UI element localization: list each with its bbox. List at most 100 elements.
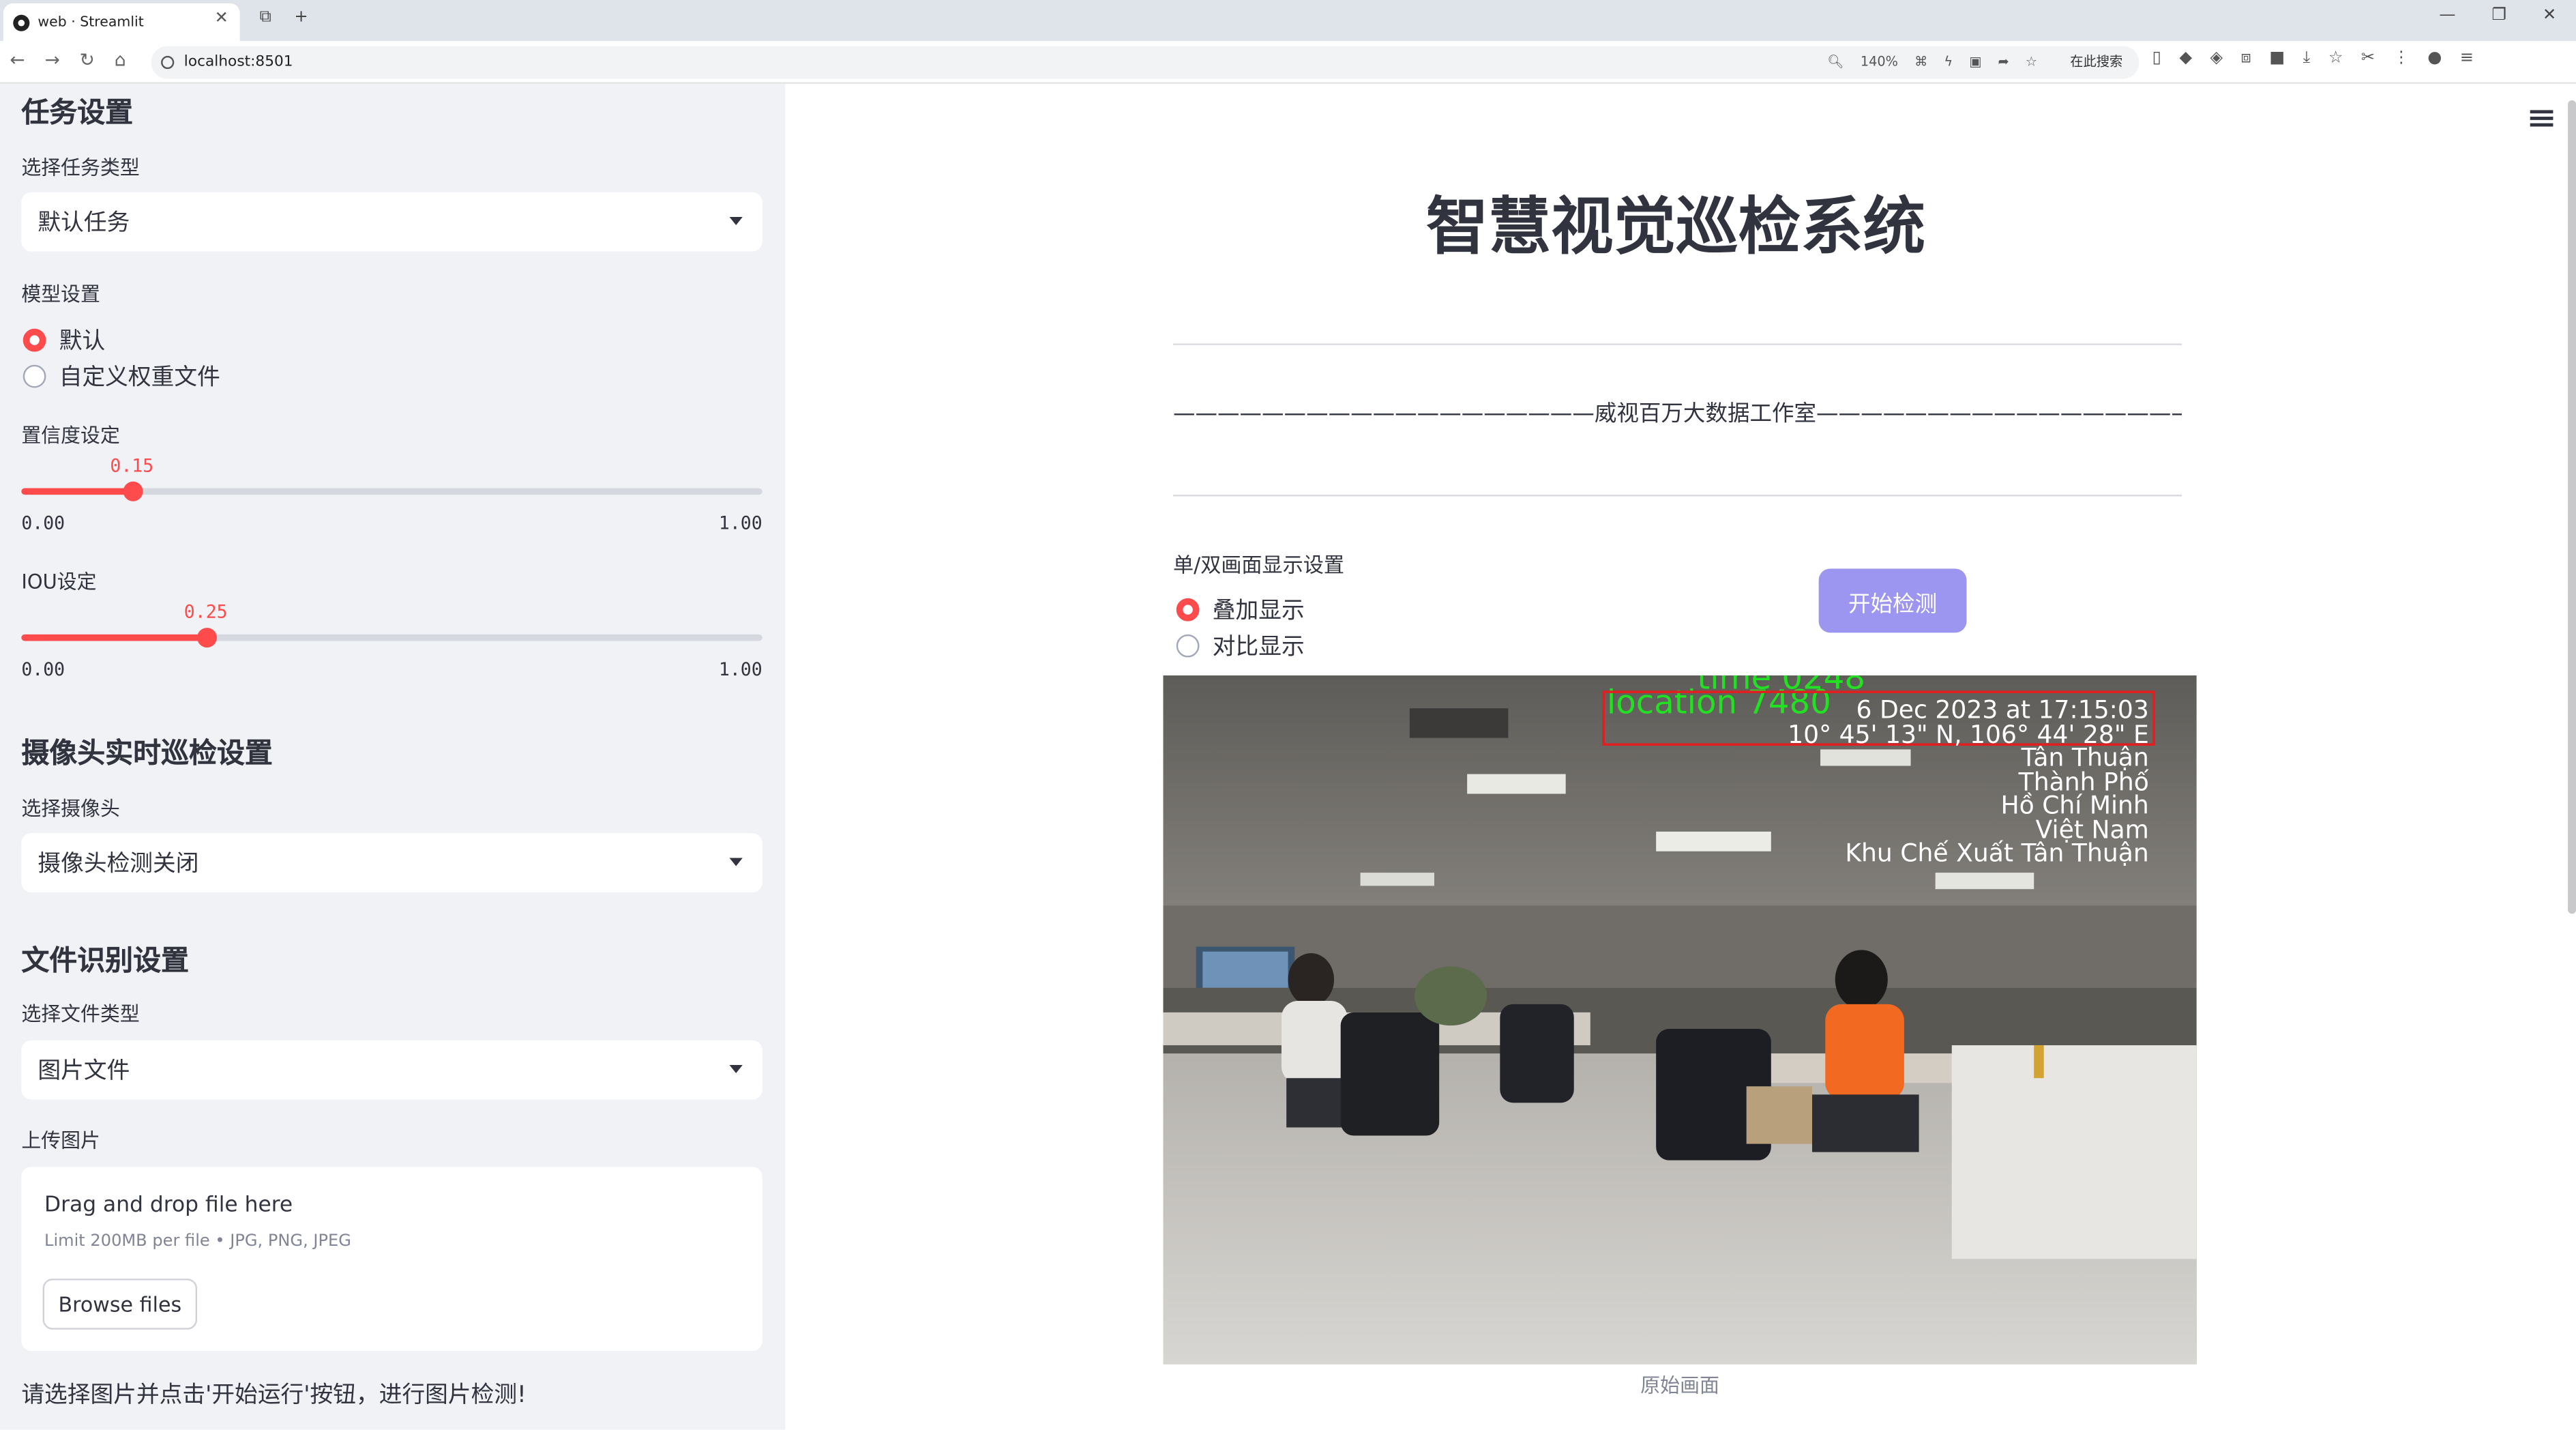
- confidence-slider-fill: [21, 488, 133, 495]
- camera-label: 选择摄像头: [21, 797, 120, 821]
- lightning-icon[interactable]: ϟ: [1944, 54, 1953, 69]
- confidence-min: 0.00: [21, 512, 65, 534]
- file-type-label: 选择文件类型: [21, 1002, 140, 1026]
- iou-slider-fill: [21, 634, 207, 641]
- file-dropzone[interactable]: Drag and drop file here Limit 200MB per …: [21, 1167, 763, 1352]
- confidence-value: 0.15: [110, 455, 154, 477]
- home-icon[interactable]: ⌂: [115, 49, 126, 70]
- file-type-value: 图片文件: [38, 1058, 130, 1085]
- chevron-down-icon: [729, 1064, 743, 1074]
- close-tab-icon[interactable]: ✕: [215, 10, 228, 27]
- phone-icon[interactable]: ▯: [2152, 49, 2161, 67]
- dropzone-text: Drag and drop file here: [44, 1193, 293, 1218]
- iou-label: IOU设定: [21, 570, 97, 594]
- browse-files-button[interactable]: Browse files: [42, 1279, 198, 1330]
- hint-text: 请选择图片并点击'开始运行'按钮，进行图片检测!: [21, 1382, 527, 1409]
- iou-min: 0.00: [21, 658, 65, 681]
- scissors-icon[interactable]: ✂: [2361, 49, 2375, 67]
- browser-tab[interactable]: web · Streamlit ✕: [3, 3, 240, 42]
- zoom-icon[interactable]: 🔍︎: [1827, 54, 1844, 69]
- iou-max: 1.00: [718, 658, 763, 681]
- confidence-slider[interactable]: [21, 481, 763, 501]
- iou-slider-thumb[interactable]: [196, 628, 217, 648]
- download-icon[interactable]: ⤓: [2303, 49, 2311, 67]
- upload-label: 上传图片: [21, 1128, 100, 1152]
- dropzone-limit: Limit 200MB per file • JPG, PNG, JPEG: [44, 1232, 351, 1251]
- model-option-custom[interactable]: 自定义权重文件: [23, 360, 220, 393]
- main-content: 智慧视觉巡检系统 ———————————————————威视百万大数据工作室——…: [785, 83, 2576, 1430]
- favorite-star-icon[interactable]: ☆: [2026, 54, 2037, 69]
- display-option-compare[interactable]: 对比显示: [1176, 630, 1305, 662]
- restore-icon[interactable]: ❐: [2491, 7, 2506, 25]
- chevron-down-icon: [729, 858, 743, 866]
- site-info-icon[interactable]: [161, 55, 175, 70]
- browser-menu-icon[interactable]: ≡: [2460, 49, 2474, 67]
- task-type-select[interactable]: 默认任务: [21, 192, 763, 252]
- file-section-heading: 文件识别设置: [21, 945, 190, 978]
- tab-groups-icon[interactable]: ⧉: [260, 8, 271, 26]
- office-photo: time 0248 location 7480 6 Dec 2023 at 17…: [1163, 675, 2197, 1365]
- sidebar: 任务设置 选择任务类型 默认任务 模型设置 默认 自定义权重文件 置信度设定 0…: [0, 83, 786, 1430]
- radio-unselected-icon[interactable]: [23, 364, 46, 388]
- radio-unselected-icon[interactable]: [1176, 634, 1200, 658]
- model-option-default[interactable]: 默认: [23, 324, 105, 357]
- iou-range: 0.00 1.00: [21, 659, 762, 680]
- divider: [1172, 343, 2182, 345]
- task-section-heading: 任务设置: [21, 97, 134, 130]
- confidence-slider-thumb[interactable]: [122, 481, 143, 501]
- display-option-overlay[interactable]: 叠加显示: [1176, 594, 1305, 626]
- camera-select[interactable]: 摄像头检测关闭: [21, 833, 763, 893]
- start-detection-button[interactable]: 开始检测: [1818, 568, 1967, 633]
- model-label: 模型设置: [21, 282, 100, 306]
- url-field[interactable]: localhost:8501 🔍︎ 140% ⌘ ϟ ▣ ➦ ☆ 在此搜索: [151, 46, 2140, 79]
- iou-value: 0.25: [183, 601, 228, 623]
- overlay-text-location: location 7480: [1607, 683, 1831, 721]
- back-icon[interactable]: ←: [10, 49, 25, 70]
- display-option-label: 对比显示: [1212, 634, 1305, 661]
- scrollbar[interactable]: [2568, 100, 2576, 914]
- model-option-label: 自定义权重文件: [59, 364, 220, 392]
- confidence-max: 1.00: [718, 512, 763, 534]
- profile-avatar-icon[interactable]: ●: [2427, 49, 2442, 67]
- search-engine-box[interactable]: 在此搜索: [2054, 53, 2122, 70]
- display-mode-label: 单/双画面显示设置: [1172, 552, 1345, 577]
- file-type-select[interactable]: 图片文件: [21, 1040, 763, 1100]
- translate-icon[interactable]: ⌘: [1914, 54, 1927, 69]
- browser-tab-bar: web · Streamlit ✕ ⧉ + — ❐ ✕: [0, 0, 2576, 42]
- display-option-label: 叠加显示: [1212, 598, 1305, 625]
- image-caption: 原始画面: [1640, 1373, 1719, 1397]
- extension-translate-icon[interactable]: ⧈: [2241, 49, 2251, 67]
- confidence-range: 0.00 1.00: [21, 513, 762, 534]
- more-vertical-icon[interactable]: ⋮: [2393, 49, 2410, 67]
- camera-value: 摄像头检测关闭: [38, 851, 199, 878]
- url-text: localhost:8501: [183, 54, 293, 71]
- chevron-down-icon: [729, 216, 743, 226]
- overlay-text-zone: Khu Chế Xuất Tân Thuận: [1845, 838, 2148, 867]
- model-option-label: 默认: [59, 328, 106, 355]
- reload-icon[interactable]: ↻: [80, 49, 95, 70]
- studio-banner: ———————————————————威视百万大数据工作室———————————…: [1172, 400, 2182, 428]
- hamburger-menu-icon[interactable]: [2530, 110, 2553, 127]
- new-tab-icon[interactable]: +: [295, 8, 308, 26]
- extension-dark-icon[interactable]: ■: [2269, 49, 2285, 67]
- extension-blue-icon[interactable]: ◈: [2210, 49, 2223, 67]
- iou-slider[interactable]: [21, 628, 763, 648]
- address-toolbar: ← → ↻ ⌂ localhost:8501 🔍︎ 140% ⌘ ϟ ▣ ➦ ☆…: [0, 41, 2576, 84]
- extension-colorful-icon[interactable]: ◆: [2179, 49, 2192, 67]
- screenshot-icon[interactable]: ▣: [1969, 54, 1981, 69]
- window-close-icon[interactable]: ✕: [2543, 7, 2556, 25]
- tab-title: web · Streamlit: [38, 14, 144, 31]
- minimize-icon[interactable]: —: [2439, 7, 2455, 25]
- task-type-value: 默认任务: [38, 210, 130, 237]
- bookmarks-icon[interactable]: ☆: [2328, 49, 2343, 67]
- original-image: time 0248 location 7480 6 Dec 2023 at 17…: [1163, 675, 2197, 1365]
- task-type-label: 选择任务类型: [21, 156, 140, 179]
- zoom-level[interactable]: 140%: [1861, 54, 1898, 69]
- radio-selected-icon[interactable]: [23, 328, 46, 352]
- page-title: 智慧视觉巡检系统: [1425, 190, 1926, 263]
- confidence-label: 置信度设定: [21, 424, 120, 448]
- forward-icon[interactable]: →: [45, 49, 60, 70]
- camera-section-heading: 摄像头实时巡检设置: [21, 738, 273, 771]
- radio-selected-icon[interactable]: [1176, 598, 1200, 622]
- share-icon[interactable]: ➦: [1998, 54, 2009, 69]
